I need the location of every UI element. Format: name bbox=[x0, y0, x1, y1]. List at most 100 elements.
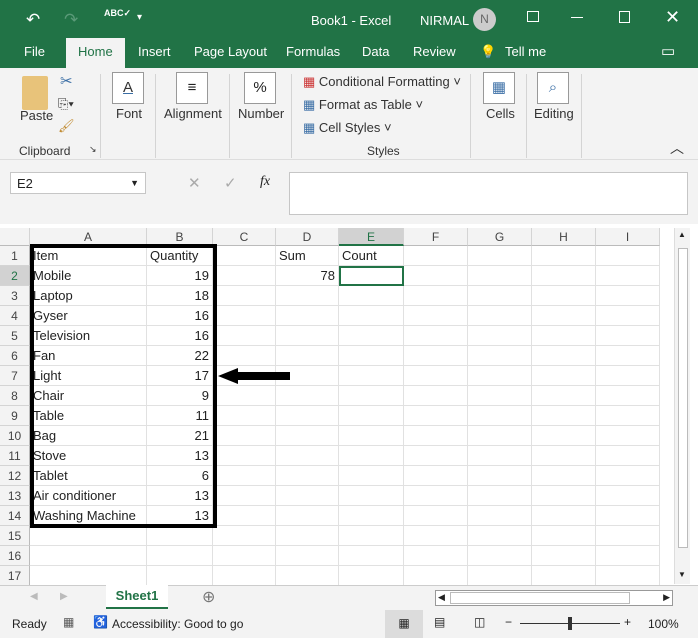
customize-qat-icon[interactable]: ▾ bbox=[137, 12, 142, 23]
cell-G12[interactable] bbox=[468, 466, 532, 486]
cell-I12[interactable] bbox=[596, 466, 660, 486]
insert-function-button[interactable]: fx bbox=[260, 174, 270, 190]
maximize-icon[interactable] bbox=[619, 11, 630, 23]
row-header-5[interactable]: 5 bbox=[0, 326, 30, 346]
cell-D11[interactable] bbox=[276, 446, 339, 466]
cell-D9[interactable] bbox=[276, 406, 339, 426]
cell-E3[interactable] bbox=[339, 286, 404, 306]
cell-C3[interactable] bbox=[213, 286, 276, 306]
cell-D14[interactable] bbox=[276, 506, 339, 526]
cell-F2[interactable] bbox=[404, 266, 468, 286]
row-header-11[interactable]: 11 bbox=[0, 446, 30, 466]
formula-input[interactable] bbox=[289, 172, 688, 215]
tell-me-search[interactable]: Tell me bbox=[505, 38, 546, 68]
cell-H17[interactable] bbox=[532, 566, 596, 586]
cell-F10[interactable] bbox=[404, 426, 468, 446]
cell-C2[interactable] bbox=[213, 266, 276, 286]
cell-E4[interactable] bbox=[339, 306, 404, 326]
cells-button[interactable]: Cells bbox=[486, 106, 515, 121]
format-painter-icon[interactable]: 🖌 bbox=[58, 118, 75, 134]
next-sheet-icon[interactable]: ▶ bbox=[60, 591, 68, 602]
cell-F14[interactable] bbox=[404, 506, 468, 526]
cell-I15[interactable] bbox=[596, 526, 660, 546]
tab-page-layout[interactable]: Page Layout bbox=[194, 38, 267, 68]
normal-view-icon[interactable]: ▦ bbox=[385, 610, 423, 638]
cell-A15[interactable] bbox=[30, 526, 147, 546]
paste-icon[interactable] bbox=[22, 76, 48, 110]
row-header-12[interactable]: 12 bbox=[0, 466, 30, 486]
cell-I5[interactable] bbox=[596, 326, 660, 346]
cell-G11[interactable] bbox=[468, 446, 532, 466]
zoom-out-icon[interactable]: − bbox=[505, 615, 512, 629]
cell-E12[interactable] bbox=[339, 466, 404, 486]
cell-I1[interactable] bbox=[596, 246, 660, 266]
cell-C11[interactable] bbox=[213, 446, 276, 466]
row-header-1[interactable]: 1 bbox=[0, 246, 30, 266]
cell-H4[interactable] bbox=[532, 306, 596, 326]
cell-G9[interactable] bbox=[468, 406, 532, 426]
cell-F7[interactable] bbox=[404, 366, 468, 386]
cell-H12[interactable] bbox=[532, 466, 596, 486]
number-button[interactable]: Number bbox=[238, 106, 284, 121]
clipboard-launcher-icon[interactable]: ↘ bbox=[89, 144, 97, 155]
cell-G10[interactable] bbox=[468, 426, 532, 446]
page-break-view-icon[interactable]: ◫ bbox=[474, 615, 485, 629]
cancel-icon[interactable]: ✕ bbox=[188, 174, 201, 192]
cell-I16[interactable] bbox=[596, 546, 660, 566]
column-header-F[interactable]: F bbox=[404, 228, 468, 246]
cell-E15[interactable] bbox=[339, 526, 404, 546]
row-header-10[interactable]: 10 bbox=[0, 426, 30, 446]
cell-C16[interactable] bbox=[213, 546, 276, 566]
paste-button[interactable]: Paste bbox=[20, 108, 53, 123]
cell-styles-button[interactable]: ▦ Cell Styles ˅ bbox=[303, 120, 392, 136]
cell-B17[interactable] bbox=[147, 566, 213, 586]
row-header-6[interactable]: 6 bbox=[0, 346, 30, 366]
conditional-formatting-button[interactable]: ▦ Conditional Formatting ˅ bbox=[303, 74, 461, 90]
cell-I17[interactable] bbox=[596, 566, 660, 586]
cell-H15[interactable] bbox=[532, 526, 596, 546]
cut-icon[interactable]: ✂ bbox=[60, 72, 73, 90]
cell-H13[interactable] bbox=[532, 486, 596, 506]
cell-I7[interactable] bbox=[596, 366, 660, 386]
cell-C10[interactable] bbox=[213, 426, 276, 446]
zoom-slider-thumb[interactable] bbox=[568, 617, 572, 630]
cell-F11[interactable] bbox=[404, 446, 468, 466]
cell-F4[interactable] bbox=[404, 306, 468, 326]
macro-icon[interactable]: ▦ bbox=[63, 615, 74, 629]
cell-E10[interactable] bbox=[339, 426, 404, 446]
cell-E8[interactable] bbox=[339, 386, 404, 406]
row-header-3[interactable]: 3 bbox=[0, 286, 30, 306]
cell-H11[interactable] bbox=[532, 446, 596, 466]
cell-H6[interactable] bbox=[532, 346, 596, 366]
column-header-D[interactable]: D bbox=[276, 228, 339, 246]
cell-F9[interactable] bbox=[404, 406, 468, 426]
cell-G5[interactable] bbox=[468, 326, 532, 346]
cell-A17[interactable] bbox=[30, 566, 147, 586]
cell-D10[interactable] bbox=[276, 426, 339, 446]
cell-I11[interactable] bbox=[596, 446, 660, 466]
cell-C1[interactable] bbox=[213, 246, 276, 266]
cell-G4[interactable] bbox=[468, 306, 532, 326]
vertical-scrollbar[interactable]: ▲ ▼ bbox=[674, 228, 690, 584]
cell-G6[interactable] bbox=[468, 346, 532, 366]
cell-E7[interactable] bbox=[339, 366, 404, 386]
cell-B15[interactable] bbox=[147, 526, 213, 546]
cell-I8[interactable] bbox=[596, 386, 660, 406]
cell-F15[interactable] bbox=[404, 526, 468, 546]
cell-E13[interactable] bbox=[339, 486, 404, 506]
h-scroll-thumb[interactable] bbox=[450, 592, 630, 604]
collapse-ribbon-icon[interactable]: ︿ bbox=[670, 138, 684, 158]
scroll-right-icon[interactable]: ▶ bbox=[663, 592, 670, 603]
cell-C5[interactable] bbox=[213, 326, 276, 346]
column-header-H[interactable]: H bbox=[532, 228, 596, 246]
tab-formulas[interactable]: Formulas bbox=[286, 38, 340, 68]
cell-D15[interactable] bbox=[276, 526, 339, 546]
cell-F17[interactable] bbox=[404, 566, 468, 586]
cell-I4[interactable] bbox=[596, 306, 660, 326]
minimize-icon[interactable] bbox=[571, 17, 583, 18]
zoom-level[interactable]: 100% bbox=[648, 617, 679, 631]
chevron-down-icon[interactable]: ▼ bbox=[130, 178, 139, 188]
cell-F12[interactable] bbox=[404, 466, 468, 486]
tab-data[interactable]: Data bbox=[362, 38, 389, 68]
row-header-16[interactable]: 16 bbox=[0, 546, 30, 566]
